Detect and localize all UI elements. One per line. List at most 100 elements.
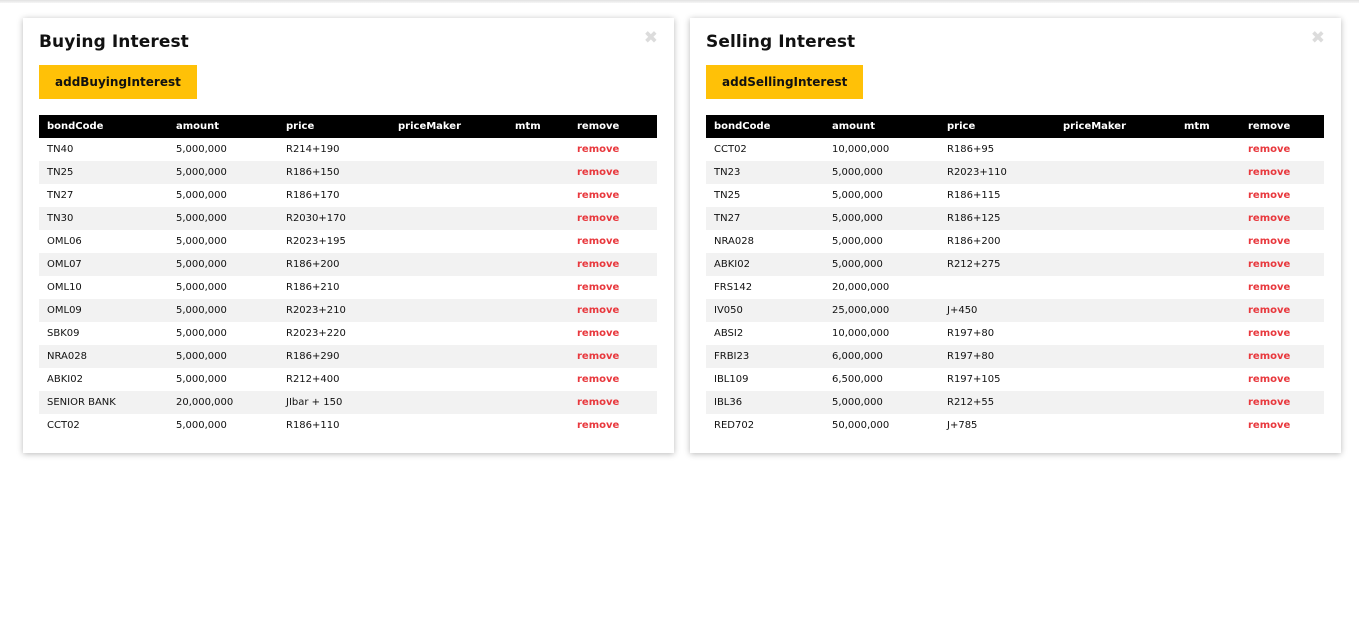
- remove-link[interactable]: remove: [1248, 420, 1290, 431]
- table-row: TN40 5,000,000 R214+190 remove: [39, 138, 657, 161]
- cell-pricemaker: [390, 207, 507, 230]
- table-row: TN25 5,000,000 R186+115 remove: [706, 184, 1324, 207]
- column-header-bondcode: bondCode: [714, 121, 771, 132]
- remove-link[interactable]: remove: [577, 236, 619, 247]
- table-row: IBL36 5,000,000 R212+55 remove: [706, 391, 1324, 414]
- cell-bondcode: RED702: [714, 420, 755, 431]
- remove-link[interactable]: remove: [577, 305, 619, 316]
- cell-price: R212+275: [947, 259, 1001, 270]
- cell-remove: remove: [1240, 230, 1324, 253]
- column-header-bondcode: bondCode: [47, 121, 104, 132]
- remove-link[interactable]: remove: [577, 144, 619, 155]
- table-body: CCT02 10,000,000 R186+95 remove TN23 5,000,00…: [706, 138, 1324, 437]
- cell-amount: 20,000,000: [832, 282, 890, 293]
- cell-pricemaker: [1055, 230, 1176, 253]
- cell-mtm: [1176, 345, 1240, 368]
- remove-link[interactable]: remove: [1248, 213, 1290, 224]
- cell-amount: 5,000,000: [176, 144, 227, 155]
- cell-pricemaker: [1055, 276, 1176, 299]
- cell-bondcode: OML06: [47, 236, 82, 247]
- cell-bondcode: OML10: [47, 282, 82, 293]
- column-header-price: price: [947, 121, 976, 132]
- cell-remove: remove: [1240, 322, 1324, 345]
- cell-bondcode: TN30: [47, 213, 74, 224]
- cell-remove: remove: [569, 299, 657, 322]
- buying-interest-panel: Buying Interest ✖ addBuyingInterest bond…: [23, 18, 674, 453]
- remove-link[interactable]: remove: [577, 259, 619, 270]
- add-selling-interest-button[interactable]: addSellingInterest: [706, 65, 864, 99]
- remove-link[interactable]: remove: [1248, 328, 1290, 339]
- remove-link[interactable]: remove: [577, 351, 619, 362]
- cell-pricemaker: [390, 414, 507, 437]
- remove-link[interactable]: remove: [577, 328, 619, 339]
- cell-amount: 5,000,000: [176, 351, 227, 362]
- remove-link[interactable]: remove: [577, 282, 619, 293]
- cell-mtm: [1176, 414, 1240, 437]
- cell-mtm: [507, 184, 569, 207]
- cell-amount: 5,000,000: [832, 397, 883, 408]
- cell-price: JIbar + 150: [286, 397, 343, 408]
- table-header-row: bondCode amount price priceMaker mtm remove: [706, 115, 1324, 138]
- remove-link[interactable]: remove: [1248, 190, 1290, 201]
- column-header-pricemaker: priceMaker: [1063, 121, 1127, 132]
- cell-remove: remove: [1240, 368, 1324, 391]
- cell-amount: 5,000,000: [176, 374, 227, 385]
- cell-remove: remove: [569, 345, 657, 368]
- cell-mtm: [507, 207, 569, 230]
- remove-link[interactable]: remove: [1248, 374, 1290, 385]
- cell-mtm: [1176, 253, 1240, 276]
- cell-amount: 6,000,000: [832, 351, 883, 362]
- remove-link[interactable]: remove: [577, 420, 619, 431]
- cell-price: R186+170: [286, 190, 340, 201]
- remove-link[interactable]: remove: [1248, 144, 1290, 155]
- cell-price: R186+290: [286, 351, 340, 362]
- cell-remove: remove: [1240, 207, 1324, 230]
- cell-price: R2023+195: [286, 236, 346, 247]
- cell-pricemaker: [390, 368, 507, 391]
- cell-price: [939, 276, 1055, 299]
- cell-bondcode: TN40: [47, 144, 74, 155]
- remove-link[interactable]: remove: [1248, 259, 1290, 270]
- remove-link[interactable]: remove: [1248, 397, 1290, 408]
- table-row: FRBI23 6,000,000 R197+80 remove: [706, 345, 1324, 368]
- remove-link[interactable]: remove: [1248, 236, 1290, 247]
- add-buying-interest-button[interactable]: addBuyingInterest: [39, 65, 197, 99]
- cell-amount: 5,000,000: [176, 167, 227, 178]
- remove-link[interactable]: remove: [1248, 167, 1290, 178]
- cell-remove: remove: [1240, 161, 1324, 184]
- cell-mtm: [507, 161, 569, 184]
- cell-price: R186+200: [947, 236, 1001, 247]
- cell-mtm: [507, 345, 569, 368]
- table-header-row: bondCode amount price priceMaker mtm remove: [39, 115, 657, 138]
- cell-pricemaker: [390, 138, 507, 161]
- cell-pricemaker: [390, 161, 507, 184]
- cell-price: R212+55: [947, 397, 995, 408]
- remove-link[interactable]: remove: [577, 374, 619, 385]
- cell-bondcode: TN27: [714, 213, 741, 224]
- cell-bondcode: NRA028: [714, 236, 754, 247]
- remove-link[interactable]: remove: [577, 397, 619, 408]
- remove-link[interactable]: remove: [577, 167, 619, 178]
- cell-pricemaker: [390, 184, 507, 207]
- cell-amount: 25,000,000: [832, 305, 890, 316]
- column-header-remove: remove: [1248, 121, 1291, 132]
- cell-bondcode: IBL109: [714, 374, 749, 385]
- remove-link[interactable]: remove: [1248, 282, 1290, 293]
- table-row: OML06 5,000,000 R2023+195 remove: [39, 230, 657, 253]
- remove-link[interactable]: remove: [577, 190, 619, 201]
- panel-title: Buying Interest: [39, 32, 189, 52]
- remove-link[interactable]: remove: [1248, 351, 1290, 362]
- cell-price: R197+80: [947, 351, 995, 362]
- cell-price: J+450: [947, 305, 978, 316]
- cell-remove: remove: [569, 138, 657, 161]
- cell-pricemaker: [1055, 253, 1176, 276]
- cell-remove: remove: [569, 414, 657, 437]
- remove-link[interactable]: remove: [577, 213, 619, 224]
- remove-link[interactable]: remove: [1248, 305, 1290, 316]
- cell-price: J+785: [947, 420, 978, 431]
- close-icon[interactable]: ✖: [644, 30, 658, 47]
- close-icon[interactable]: ✖: [1311, 30, 1325, 47]
- column-header-mtm: mtm: [1184, 121, 1210, 132]
- cell-remove: remove: [569, 253, 657, 276]
- cell-price: R186+210: [286, 282, 340, 293]
